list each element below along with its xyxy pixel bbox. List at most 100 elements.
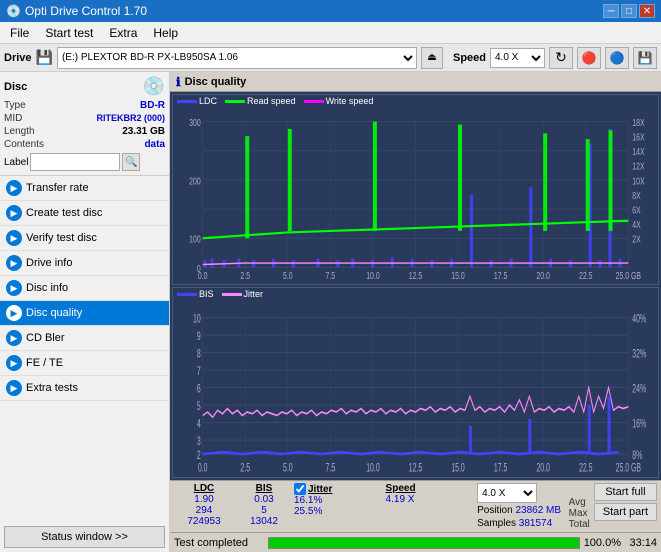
progress-area: Test completed 100.0% 33:14	[170, 532, 661, 552]
stats-speed-col: Speed 4.19 X	[386, 483, 478, 505]
nav-icon-create-test-disc: ▶	[6, 205, 22, 221]
chart1-svg: 300 200 100 0 18X 16X 14X 12X 10X 8X 6X …	[173, 107, 658, 282]
stats-bis-total: 13042	[234, 516, 294, 527]
nav-drive-info[interactable]: ▶ Drive info	[0, 251, 169, 276]
stats-bis-max: 5	[234, 505, 294, 516]
svg-text:5.0: 5.0	[283, 462, 293, 475]
nav-verify-test-disc[interactable]: ▶ Verify test disc	[0, 226, 169, 251]
svg-text:12X: 12X	[632, 160, 644, 172]
nav-fe-te[interactable]: ▶ FE / TE	[0, 351, 169, 376]
svg-text:32%: 32%	[632, 348, 646, 362]
nav-label-extra-tests: Extra tests	[26, 382, 78, 394]
svg-text:18X: 18X	[632, 117, 644, 129]
stats-speed-header: Speed	[386, 483, 478, 494]
drive-selector[interactable]: (E:) PLEXTOR BD-R PX-LB950SA 1.06	[57, 47, 417, 69]
app-icon: 💿	[6, 4, 21, 18]
settings-button1[interactable]: 🔴	[577, 47, 601, 69]
disc-label-button[interactable]: 🔍	[122, 153, 140, 171]
menu-start-test[interactable]: Start test	[39, 24, 99, 42]
right-panel: ℹ Disc quality LDC Read speed	[170, 72, 661, 552]
start-buttons: Start full Start part	[594, 483, 657, 521]
disc-label-label: Label	[4, 157, 28, 168]
chart2-container: BIS Jitter	[172, 287, 659, 478]
nav-cd-bler[interactable]: ▶ CD Bler	[0, 326, 169, 351]
minimize-button[interactable]: ─	[603, 4, 619, 18]
speed-selector[interactable]: 4.0 X 1.0 X 2.0 X 6.0 X 8.0 X	[490, 48, 545, 68]
svg-text:25.0 GB: 25.0 GB	[616, 462, 642, 475]
svg-text:6: 6	[197, 383, 201, 397]
total-row-label: Total	[569, 519, 590, 530]
stats-speed-avg: 4.19 X	[386, 494, 478, 505]
nav-label-disc-info: Disc info	[26, 282, 68, 294]
progress-percent: 100.0%	[584, 537, 621, 549]
menu-extra[interactable]: Extra	[103, 24, 143, 42]
nav-icon-drive-info: ▶	[6, 255, 22, 271]
nav-transfer-rate[interactable]: ▶ Transfer rate	[0, 176, 169, 201]
nav-disc-quality[interactable]: ▶ Disc quality	[0, 301, 169, 326]
nav-label-transfer-rate: Transfer rate	[26, 182, 89, 194]
nav-label-create-test-disc: Create test disc	[26, 207, 102, 219]
svg-text:10.0: 10.0	[366, 270, 380, 282]
disc-label-input[interactable]	[30, 153, 120, 171]
nav-create-test-disc[interactable]: ▶ Create test disc	[0, 201, 169, 226]
svg-text:16X: 16X	[632, 131, 644, 143]
nav-extra-tests[interactable]: ▶ Extra tests	[0, 376, 169, 401]
svg-text:7.5: 7.5	[326, 270, 336, 282]
svg-text:16%: 16%	[632, 418, 646, 432]
legend-bis: BIS	[177, 289, 214, 299]
menu-help[interactable]: Help	[147, 24, 184, 42]
svg-text:20.0: 20.0	[536, 270, 550, 282]
disc-type-row: Type BD-R	[4, 99, 165, 112]
save-button[interactable]: 💾	[633, 47, 657, 69]
settings-button2[interactable]: 🔵	[605, 47, 629, 69]
nav-disc-info[interactable]: ▶ Disc info	[0, 276, 169, 301]
avg-row-label: Avg	[569, 497, 586, 508]
svg-text:4: 4	[197, 418, 201, 432]
svg-text:15.0: 15.0	[451, 270, 465, 282]
progress-time: 33:14	[625, 537, 657, 549]
svg-text:0.0: 0.0	[198, 462, 208, 475]
eject-button[interactable]: ⏏	[421, 47, 443, 69]
svg-text:5.0: 5.0	[283, 270, 293, 282]
disc-label-row: Label 🔍	[4, 153, 165, 171]
legend-ldc-label: LDC	[199, 96, 217, 106]
title-bar: 💿 Opti Drive Control 1.70 ─ □ ✕	[0, 0, 661, 22]
refresh-button[interactable]: ↻	[549, 47, 573, 69]
stats-ldc-max: 294	[174, 505, 234, 516]
maximize-button[interactable]: □	[621, 4, 637, 18]
left-panel: Disc 💿 Type BD-R MID RITEKBR2 (000) Leng…	[0, 72, 170, 552]
svg-text:20.0: 20.0	[536, 462, 550, 475]
nav-icon-cd-bler: ▶	[6, 330, 22, 346]
menu-bar: File Start test Extra Help	[0, 22, 661, 44]
start-full-button[interactable]: Start full	[594, 483, 657, 501]
jitter-checkbox[interactable]	[294, 483, 306, 495]
disc-header: Disc 💿	[4, 76, 165, 97]
disc-section-title: Disc	[4, 81, 27, 93]
stats-ldc-avg: 1.90	[174, 494, 234, 505]
svg-text:2.5: 2.5	[240, 270, 250, 282]
svg-text:8: 8	[197, 348, 201, 362]
stats-row: LDC 1.90 294 724953 BIS 0.03 5 13042 Jit	[174, 483, 657, 530]
position-value: 23862 MB	[515, 505, 561, 516]
svg-text:10: 10	[193, 313, 201, 327]
main-content: Disc 💿 Type BD-R MID RITEKBR2 (000) Leng…	[0, 72, 661, 552]
menu-file[interactable]: File	[4, 24, 35, 42]
disc-mid-row: MID RITEKBR2 (000)	[4, 112, 165, 125]
svg-text:12.5: 12.5	[409, 270, 423, 282]
legend-bis-label: BIS	[199, 289, 214, 299]
svg-text:9: 9	[197, 330, 201, 344]
close-button[interactable]: ✕	[639, 4, 655, 18]
svg-text:300: 300	[189, 117, 201, 129]
stats-speed-selector[interactable]: 4.0 X	[477, 483, 537, 503]
legend-read-speed-label: Read speed	[247, 96, 296, 106]
svg-text:8X: 8X	[632, 190, 641, 202]
legend-read-speed-color	[225, 100, 245, 103]
start-part-button[interactable]: Start part	[594, 503, 657, 521]
nav-icon-extra-tests: ▶	[6, 380, 22, 396]
nav-icon-disc-info: ▶	[6, 280, 22, 296]
status-window-button[interactable]: Status window >>	[4, 526, 165, 548]
svg-text:5: 5	[197, 400, 201, 414]
chart1-legend: LDC Read speed Write speed	[173, 95, 658, 107]
speed-label: Speed	[453, 52, 486, 64]
disc-section: Disc 💿 Type BD-R MID RITEKBR2 (000) Leng…	[0, 72, 169, 176]
